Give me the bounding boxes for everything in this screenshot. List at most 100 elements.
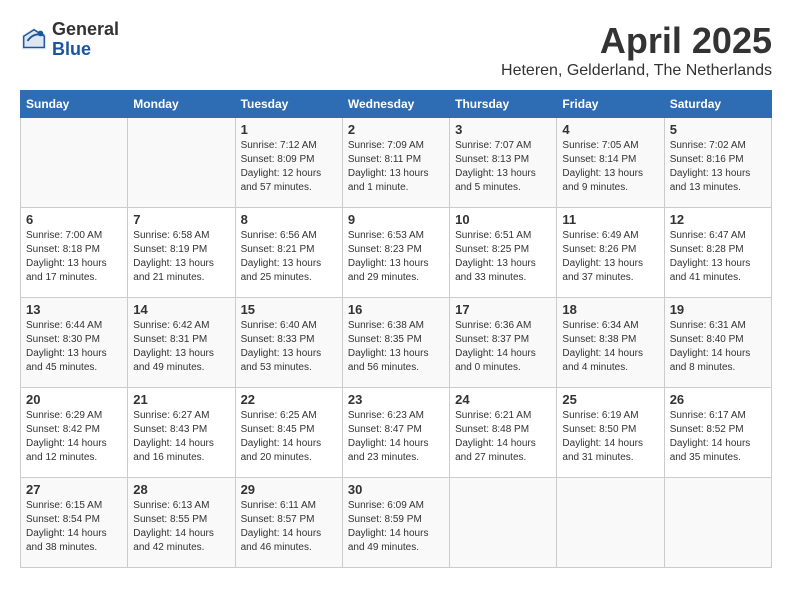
calendar-title: April 2025 <box>501 20 772 62</box>
calendar-cell: 2Sunrise: 7:09 AM Sunset: 8:11 PM Daylig… <box>342 118 449 208</box>
calendar-cell: 28Sunrise: 6:13 AM Sunset: 8:55 PM Dayli… <box>128 478 235 568</box>
day-info: Sunrise: 6:36 AM Sunset: 8:37 PM Dayligh… <box>455 319 551 375</box>
calendar-cell: 4Sunrise: 7:05 AM Sunset: 8:14 PM Daylig… <box>557 118 664 208</box>
day-number: 18 <box>562 302 658 317</box>
calendar-week-1: 1 Sunrise: 7:12 AM Sunset: 8:09 PM Daylig… <box>21 118 772 208</box>
calendar-cell: 22 Sunrise: 6:25 AM Sunset: 8:45 PM Dayli… <box>235 388 342 478</box>
weekday-header-saturday: Saturday <box>664 91 771 118</box>
page-header: General Blue April 2025 Heteren, Gelderl… <box>20 20 772 80</box>
day-info: Sunrise: 6:58 AM Sunset: 8:19 PM Dayligh… <box>133 229 229 285</box>
logo-icon <box>20 26 48 54</box>
day-number: 19 <box>670 302 766 317</box>
day-number: 9 <box>348 212 444 227</box>
calendar-cell: 23 Sunrise: 6:23 AM Sunset: 8:47 PM Dayli… <box>342 388 449 478</box>
day-number: 29 <box>241 482 337 497</box>
day-number: 12 <box>670 212 766 227</box>
calendar-cell <box>450 478 557 568</box>
day-info: Sunrise: 6:11 AM Sunset: 8:57 PM Dayligh… <box>241 499 337 555</box>
day-number: 5 <box>670 122 766 137</box>
day-number: 26 <box>670 392 766 407</box>
calendar-cell: 25 Sunrise: 6:19 AM Sunset: 8:50 PM Dayli… <box>557 388 664 478</box>
day-number: 22 <box>241 392 337 407</box>
calendar-cell: 21 Sunrise: 6:27 AM Sunset: 8:43 PM Dayli… <box>128 388 235 478</box>
calendar-cell: 5Sunrise: 7:02 AM Sunset: 8:16 PM Daylig… <box>664 118 771 208</box>
calendar-cell: 16 Sunrise: 6:38 AM Sunset: 8:35 PM Dayli… <box>342 298 449 388</box>
calendar-cell: 15Sunrise: 6:40 AM Sunset: 8:33 PM Dayli… <box>235 298 342 388</box>
day-number: 20 <box>26 392 122 407</box>
calendar-cell: 27 Sunrise: 6:15 AM Sunset: 8:54 PM Dayli… <box>21 478 128 568</box>
calendar-cell: 8 Sunrise: 6:56 AM Sunset: 8:21 PM Daylig… <box>235 208 342 298</box>
day-info: Sunrise: 6:09 AM Sunset: 8:59 PM Dayligh… <box>348 499 444 555</box>
weekday-header-wednesday: Wednesday <box>342 91 449 118</box>
calendar-cell <box>21 118 128 208</box>
day-number: 11 <box>562 212 658 227</box>
day-info: Sunrise: 6:29 AM Sunset: 8:42 PM Dayligh… <box>26 409 122 465</box>
day-number: 4 <box>562 122 658 137</box>
day-number: 7 <box>133 212 229 227</box>
day-info: Sunrise: 6:31 AM Sunset: 8:40 PM Dayligh… <box>670 319 766 375</box>
calendar-cell: 18 Sunrise: 6:34 AM Sunset: 8:38 PM Dayli… <box>557 298 664 388</box>
day-info: Sunrise: 6:53 AM Sunset: 8:23 PM Dayligh… <box>348 229 444 285</box>
day-info: Sunrise: 6:42 AM Sunset: 8:31 PM Dayligh… <box>133 319 229 375</box>
calendar-cell <box>664 478 771 568</box>
calendar-table: SundayMondayTuesdayWednesdayThursdayFrid… <box>20 90 772 568</box>
weekday-header-thursday: Thursday <box>450 91 557 118</box>
calendar-week-2: 6Sunrise: 7:00 AM Sunset: 8:18 PM Daylig… <box>21 208 772 298</box>
day-number: 10 <box>455 212 551 227</box>
day-number: 30 <box>348 482 444 497</box>
day-number: 27 <box>26 482 122 497</box>
calendar-cell: 11 Sunrise: 6:49 AM Sunset: 8:26 PM Dayli… <box>557 208 664 298</box>
calendar-cell: 9 Sunrise: 6:53 AM Sunset: 8:23 PM Daylig… <box>342 208 449 298</box>
calendar-week-5: 27 Sunrise: 6:15 AM Sunset: 8:54 PM Dayli… <box>21 478 772 568</box>
day-number: 13 <box>26 302 122 317</box>
day-info: Sunrise: 6:27 AM Sunset: 8:43 PM Dayligh… <box>133 409 229 465</box>
day-number: 3 <box>455 122 551 137</box>
day-info: Sunrise: 6:19 AM Sunset: 8:50 PM Dayligh… <box>562 409 658 465</box>
day-info: Sunrise: 7:12 AM Sunset: 8:09 PM Dayligh… <box>241 139 337 195</box>
day-info: Sunrise: 6:44 AM Sunset: 8:30 PM Dayligh… <box>26 319 122 375</box>
logo-text: General Blue <box>52 20 119 60</box>
calendar-cell: 12Sunrise: 6:47 AM Sunset: 8:28 PM Dayli… <box>664 208 771 298</box>
calendar-cell: 19 Sunrise: 6:31 AM Sunset: 8:40 PM Dayli… <box>664 298 771 388</box>
calendar-subtitle: Heteren, Gelderland, The Netherlands <box>501 62 772 80</box>
weekday-header-sunday: Sunday <box>21 91 128 118</box>
day-number: 24 <box>455 392 551 407</box>
weekday-header-friday: Friday <box>557 91 664 118</box>
day-info: Sunrise: 6:56 AM Sunset: 8:21 PM Dayligh… <box>241 229 337 285</box>
calendar-cell: 1 Sunrise: 7:12 AM Sunset: 8:09 PM Daylig… <box>235 118 342 208</box>
day-info: Sunrise: 6:23 AM Sunset: 8:47 PM Dayligh… <box>348 409 444 465</box>
day-info: Sunrise: 6:17 AM Sunset: 8:52 PM Dayligh… <box>670 409 766 465</box>
day-number: 25 <box>562 392 658 407</box>
calendar-cell: 30 Sunrise: 6:09 AM Sunset: 8:59 PM Dayli… <box>342 478 449 568</box>
logo-blue: Blue <box>52 39 91 59</box>
weekday-header-tuesday: Tuesday <box>235 91 342 118</box>
calendar-cell <box>557 478 664 568</box>
day-number: 6 <box>26 212 122 227</box>
day-number: 8 <box>241 212 337 227</box>
day-info: Sunrise: 6:49 AM Sunset: 8:26 PM Dayligh… <box>562 229 658 285</box>
day-number: 17 <box>455 302 551 317</box>
day-info: Sunrise: 6:21 AM Sunset: 8:48 PM Dayligh… <box>455 409 551 465</box>
calendar-cell: 6Sunrise: 7:00 AM Sunset: 8:18 PM Daylig… <box>21 208 128 298</box>
weekday-header-row: SundayMondayTuesdayWednesdayThursdayFrid… <box>21 91 772 118</box>
day-info: Sunrise: 6:38 AM Sunset: 8:35 PM Dayligh… <box>348 319 444 375</box>
day-number: 23 <box>348 392 444 407</box>
day-number: 2 <box>348 122 444 137</box>
day-info: Sunrise: 6:15 AM Sunset: 8:54 PM Dayligh… <box>26 499 122 555</box>
day-number: 16 <box>348 302 444 317</box>
calendar-cell: 29 Sunrise: 6:11 AM Sunset: 8:57 PM Dayli… <box>235 478 342 568</box>
calendar-cell <box>128 118 235 208</box>
day-number: 21 <box>133 392 229 407</box>
calendar-cell: 3Sunrise: 7:07 AM Sunset: 8:13 PM Daylig… <box>450 118 557 208</box>
calendar-cell: 10Sunrise: 6:51 AM Sunset: 8:25 PM Dayli… <box>450 208 557 298</box>
calendar-cell: 17 Sunrise: 6:36 AM Sunset: 8:37 PM Dayli… <box>450 298 557 388</box>
day-number: 1 <box>241 122 337 137</box>
calendar-cell: 14Sunrise: 6:42 AM Sunset: 8:31 PM Dayli… <box>128 298 235 388</box>
day-info: Sunrise: 6:34 AM Sunset: 8:38 PM Dayligh… <box>562 319 658 375</box>
day-info: Sunrise: 6:25 AM Sunset: 8:45 PM Dayligh… <box>241 409 337 465</box>
logo-general: General <box>52 19 119 39</box>
weekday-header-monday: Monday <box>128 91 235 118</box>
calendar-week-3: 13 Sunrise: 6:44 AM Sunset: 8:30 PM Dayli… <box>21 298 772 388</box>
day-number: 28 <box>133 482 229 497</box>
calendar-cell: 13 Sunrise: 6:44 AM Sunset: 8:30 PM Dayli… <box>21 298 128 388</box>
